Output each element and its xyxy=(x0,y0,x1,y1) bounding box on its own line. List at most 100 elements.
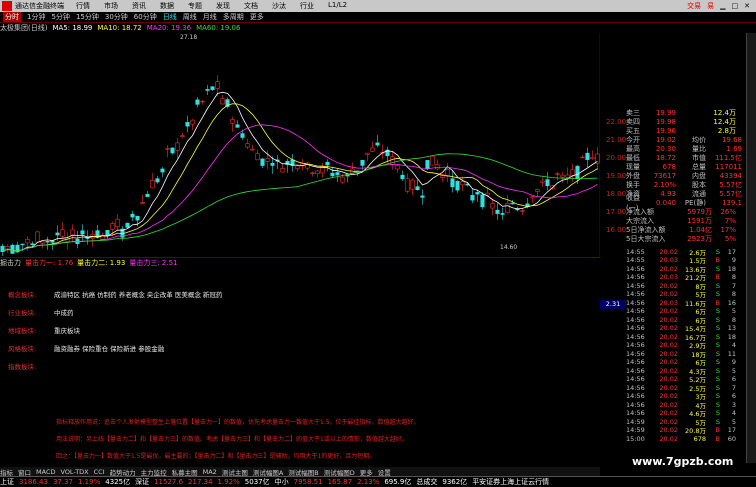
candle-body xyxy=(200,100,205,103)
menu-item[interactable]: 专题 xyxy=(188,1,202,11)
tick-n: 5 xyxy=(731,366,736,375)
close-icon[interactable]: ✕ xyxy=(744,2,750,10)
menu-item[interactable]: 发现 xyxy=(216,1,230,11)
period-tab[interactable]: 30分钟 xyxy=(105,12,128,22)
quote-value: 19.96 xyxy=(655,126,676,135)
candle-body xyxy=(230,119,235,124)
status-item: 9362亿 xyxy=(442,478,468,486)
menu-item[interactable]: 资讯 xyxy=(132,1,146,11)
indicator-tab[interactable]: 设置 xyxy=(378,467,391,477)
indicator-tab[interactable]: 指标 xyxy=(0,467,13,477)
tick-bs: S xyxy=(715,247,720,256)
menu-item[interactable]: 行业 xyxy=(300,1,314,11)
menu-item[interactable]: 沙汰 xyxy=(272,1,286,11)
candle-body xyxy=(370,147,375,152)
period-tab[interactable]: 分时 xyxy=(3,12,21,22)
tick-p: 20.02 xyxy=(659,341,678,349)
main-menu: 行情 市场 资讯 数据 专题 发现 文档 沙汰 行业 L1/L2 xyxy=(76,1,361,11)
info-value: 中成药 xyxy=(54,309,74,317)
indicator-tab[interactable]: 测试主图 xyxy=(222,467,248,477)
trade-button[interactable]: 交易 xyxy=(687,1,701,11)
candle-body xyxy=(480,194,485,208)
indicator-tab[interactable]: MACD xyxy=(36,468,55,476)
candle-body xyxy=(375,142,380,146)
tick-bs: S xyxy=(715,383,720,392)
status-item: 平安证券上海上证云行情 xyxy=(472,478,550,486)
candle-body xyxy=(425,160,430,169)
indicator-tab[interactable]: 主力监控 xyxy=(141,467,167,477)
info-label: 行业板块: xyxy=(8,309,37,317)
candle-body xyxy=(10,244,15,254)
indicator-tab[interactable]: MA2 xyxy=(203,468,217,476)
indicator-legend: 掘击力 量击力一: 1.76 量击力二: 1.93 量击力三: 2.51 xyxy=(0,257,600,267)
candle-body xyxy=(365,152,370,155)
candle-body xyxy=(45,241,50,243)
menu-item[interactable]: 数据 xyxy=(160,1,174,11)
flow-row: 5日大宗流入 2923万 5% xyxy=(626,234,746,243)
period-tab[interactable]: 15分钟 xyxy=(76,12,99,22)
candle-body xyxy=(580,156,585,159)
high-label: 27.18 xyxy=(180,34,197,41)
tick-t: 14:59 xyxy=(626,417,645,426)
indicator-tab[interactable]: 趋势动力 xyxy=(110,467,136,477)
indicator-tab[interactable]: 窗口 xyxy=(18,467,31,477)
period-tab[interactable]: 周线 xyxy=(183,12,197,22)
tick-t: 14:56 xyxy=(626,358,645,366)
period-tab[interactable]: 60分钟 xyxy=(134,12,157,22)
tick-n: 5 xyxy=(731,307,736,315)
tick-t: 14:56 xyxy=(626,315,645,324)
status-item: 4325亿 xyxy=(105,478,131,486)
candle-body xyxy=(435,164,440,170)
candle-body xyxy=(125,222,130,228)
menu-item[interactable]: 文档 xyxy=(244,1,258,11)
period-tab[interactable]: 1分钟 xyxy=(27,12,45,22)
candle-body xyxy=(405,178,410,192)
app-title: 通达信金融终端 xyxy=(15,2,64,10)
candle-body xyxy=(450,178,455,188)
tick-p: 20.02 xyxy=(659,400,678,409)
indicator-tab[interactable]: 测试幅图A xyxy=(253,467,283,477)
candle-body xyxy=(445,168,450,177)
indicator-tab[interactable]: 测试幅图B xyxy=(288,467,318,477)
period-tab[interactable]: 月线 xyxy=(203,12,217,22)
tick-p: 20.03 xyxy=(659,273,678,281)
y-tick: 22.00 xyxy=(606,118,627,126)
indicator-tab[interactable]: 测试幅图D xyxy=(324,467,355,477)
period-tab[interactable]: 多周期 xyxy=(223,12,244,22)
menu-item[interactable]: 行情 xyxy=(76,1,90,11)
candle-body xyxy=(340,176,345,183)
indicator-tab[interactable]: 更多 xyxy=(360,467,373,477)
candle-body xyxy=(255,153,260,161)
quote-panel: 卖三 19.99 12.4万 卖四 19.98 12.4万 买五 19.96 2.8万 今开 19.… xyxy=(626,108,756,468)
vertical-scrollbar[interactable] xyxy=(746,33,756,463)
tick-bs: B xyxy=(715,298,720,307)
tick-n: 13 xyxy=(727,324,736,332)
kline-chart[interactable]: 27.18 14.60 xyxy=(0,33,600,257)
candle-body xyxy=(30,243,35,245)
flow-label: 5日大宗流入 xyxy=(626,234,666,243)
period-tab[interactable]: 5分钟 xyxy=(51,12,69,22)
menu-item[interactable]: 市场 xyxy=(104,1,118,11)
trade-icon[interactable]: 易 xyxy=(707,1,714,11)
indicator-name[interactable]: 掘击力 xyxy=(0,258,21,268)
candle-body xyxy=(265,158,270,162)
tick-t: 14:56 xyxy=(626,383,645,392)
info-row: 指数板块: xyxy=(8,361,54,371)
tick-n: 8 xyxy=(731,315,736,324)
period-tab[interactable]: 日线 xyxy=(163,12,177,22)
indicator-tab[interactable]: CCI xyxy=(94,468,105,476)
quote-value: 43394 xyxy=(719,171,742,180)
indicator-tab[interactable]: VOL-TDX xyxy=(60,468,88,476)
minimize-icon[interactable]: ▁ xyxy=(720,2,725,10)
period-tab[interactable]: 更多 xyxy=(250,12,264,22)
indicator-tab[interactable]: 私募主图 xyxy=(172,467,198,477)
status-item: 217.34 xyxy=(188,478,213,486)
maximize-icon[interactable]: □ xyxy=(732,2,739,10)
candle-body xyxy=(310,172,315,174)
tick-bs: S xyxy=(715,417,720,426)
ma60-legend: MA60: 19.06 xyxy=(196,24,241,32)
menu-item[interactable]: L1/L2 xyxy=(328,1,347,11)
indicator-value: 量击力三: 2.51 xyxy=(129,258,178,267)
info-label: 地域板块: xyxy=(8,327,37,335)
tick-t: 14:56 xyxy=(626,307,645,315)
